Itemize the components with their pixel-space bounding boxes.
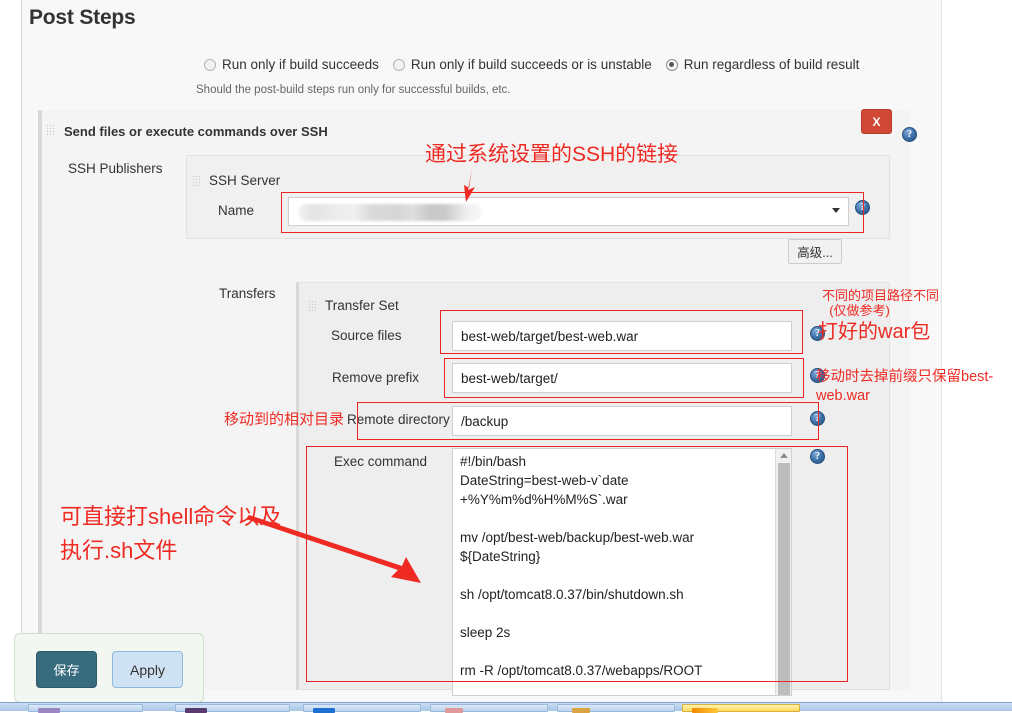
annotation-relative-dir: 移动到的相对目录 bbox=[224, 411, 345, 428]
advanced-button[interactable]: 高级... bbox=[788, 239, 842, 264]
remote-directory-input[interactable]: /backup bbox=[452, 406, 792, 436]
annotation-project-path: 不同的项目路径不同 (仅做参考) bbox=[822, 288, 940, 319]
page-title: Post Steps bbox=[29, 6, 136, 29]
chevron-down-icon[interactable] bbox=[832, 208, 840, 213]
remove-prefix-label: Remove prefix bbox=[332, 370, 420, 385]
apply-button[interactable]: Apply bbox=[112, 651, 183, 688]
ssh-server-title: SSH Server bbox=[209, 173, 281, 188]
save-button[interactable]: 保存 bbox=[36, 651, 97, 688]
run-condition-help-text: Should the post-build steps run only for… bbox=[196, 84, 511, 96]
radio-run-regardless[interactable]: Run regardless of build result bbox=[665, 57, 860, 72]
radio-label: Run regardless of build result bbox=[683, 57, 860, 72]
radio-run-if-succeeds-or-unstable[interactable]: Run only if build succeeds or is unstabl… bbox=[392, 57, 652, 72]
source-files-label: Source files bbox=[331, 328, 402, 343]
exec-command-textarea[interactable]: #!/bin/bash DateString=best-web-v`date +… bbox=[452, 448, 792, 696]
annotation-war-package: 打好的war包 bbox=[818, 321, 931, 343]
radio-run-if-succeeds[interactable]: Run only if build succeeds bbox=[204, 57, 379, 72]
exec-command-label: Exec command bbox=[334, 454, 428, 469]
annotation-remove-prefix: 移动时去掉前缀只保留best-web.war bbox=[816, 369, 994, 404]
exec-command-value: #!/bin/bash DateString=best-web-v`date +… bbox=[460, 454, 703, 678]
remove-prefix-input[interactable]: best-web/target/ bbox=[452, 363, 792, 393]
annotation-ssh-link: 通过系统设置的SSH的链接 bbox=[425, 143, 679, 166]
drag-handle-icon[interactable] bbox=[308, 300, 317, 311]
close-button[interactable]: X bbox=[861, 109, 892, 134]
scrollbar-thumb[interactable] bbox=[778, 463, 790, 695]
radio-label: Run only if build succeeds or is unstabl… bbox=[410, 57, 652, 72]
textarea-scrollbar[interactable] bbox=[775, 449, 791, 695]
help-icon[interactable]: ? bbox=[810, 449, 825, 464]
ssh-publishers-label: SSH Publishers bbox=[68, 161, 163, 176]
radio-label: Run only if build succeeds bbox=[222, 57, 379, 72]
run-condition-radio-group: Run only if build succeeds Run only if b… bbox=[204, 56, 873, 73]
annotation-shell-command: 可直接打shell命令以及 执行.sh文件 bbox=[60, 504, 282, 564]
drag-handle-icon[interactable] bbox=[192, 175, 201, 186]
transfers-label: Transfers bbox=[219, 286, 276, 301]
scroll-up-icon[interactable] bbox=[780, 453, 788, 458]
radio-indicator[interactable] bbox=[392, 58, 405, 71]
help-icon[interactable]: ? bbox=[855, 200, 870, 215]
transfer-set-title: Transfer Set bbox=[325, 298, 399, 313]
page-root: Post Steps Run only if build succeeds Ru… bbox=[0, 0, 1012, 713]
ssh-name-label: Name bbox=[218, 203, 255, 218]
drag-handle-icon[interactable] bbox=[46, 124, 55, 135]
source-files-input[interactable]: best-web/target/best-web.war bbox=[452, 321, 792, 351]
taskbar bbox=[0, 702, 1012, 713]
radio-indicator[interactable] bbox=[204, 58, 216, 71]
radio-indicator[interactable] bbox=[665, 58, 678, 71]
ssh-name-select[interactable] bbox=[288, 197, 849, 226]
plugin-title: Send files or execute commands over SSH bbox=[64, 124, 328, 139]
remote-directory-label: Remote directory bbox=[347, 412, 450, 427]
help-icon[interactable]: ? bbox=[810, 411, 825, 426]
help-icon[interactable]: ? bbox=[902, 127, 917, 142]
redacted-value bbox=[298, 204, 482, 221]
